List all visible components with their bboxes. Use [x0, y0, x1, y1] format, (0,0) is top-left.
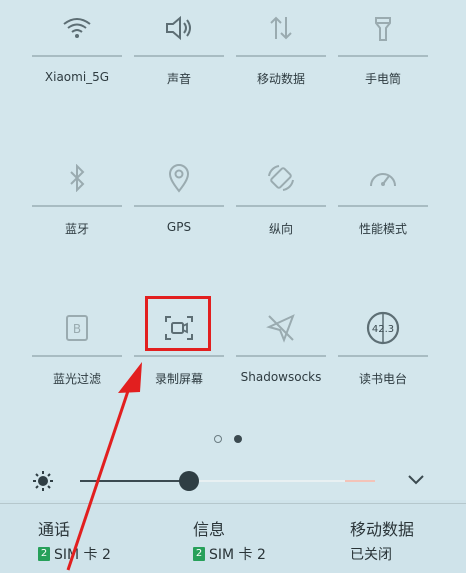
- tile-label: 性能模式: [358, 222, 407, 236]
- tile-divider: [32, 205, 122, 207]
- chevron-down-icon[interactable]: [406, 472, 426, 488]
- tile-divider: [236, 205, 326, 207]
- tile-label: 蓝光过滤: [52, 372, 101, 386]
- brightness-auto-icon[interactable]: [32, 470, 54, 492]
- mobile-data-title: 移动数据: [350, 520, 415, 539]
- flashlight-icon: [336, 8, 430, 48]
- tile-divider: [236, 355, 326, 357]
- tile-shadowsocks[interactable]: Shadowsocks: [234, 300, 328, 410]
- tile-label: GPS: [166, 220, 192, 234]
- tile-bluetooth[interactable]: 蓝牙: [30, 150, 124, 260]
- calls-shortcut[interactable]: 通话 2 SIM 卡 2: [38, 516, 111, 564]
- tile-gps[interactable]: GPS: [132, 150, 226, 260]
- sim-badge: 2: [193, 547, 205, 561]
- messages-shortcut[interactable]: 信息 2 SIM 卡 2: [193, 516, 266, 564]
- svg-text:42.3: 42.3: [372, 324, 394, 335]
- bottom-shortcuts: 通话 2 SIM 卡 2 信息 2 SIM 卡 2 移动数据 已关闭: [0, 504, 466, 573]
- calls-sim: 2 SIM 卡 2: [38, 544, 111, 564]
- tile-reading-radio[interactable]: 42.3 读书电台: [336, 300, 430, 410]
- bluetooth-icon: [30, 158, 124, 198]
- tile-label: 蓝牙: [64, 222, 89, 236]
- paper-plane-icon: [234, 308, 328, 348]
- tile-divider: [134, 355, 224, 357]
- tile-rotation[interactable]: 纵向: [234, 150, 328, 260]
- tile-performance[interactable]: 性能模式: [336, 150, 430, 260]
- calls-title: 通话: [38, 520, 71, 539]
- tile-label: 声音: [166, 72, 191, 86]
- page-dot-inactive: [214, 435, 222, 443]
- sim-badge: 2: [38, 547, 50, 561]
- mobile-data-icon: [234, 8, 328, 48]
- tile-divider: [32, 355, 122, 357]
- location-icon: [132, 158, 226, 198]
- tile-label: 读书电台: [358, 372, 407, 386]
- tile-blue-light-filter[interactable]: B 蓝光过滤: [30, 300, 124, 410]
- tile-divider: [338, 205, 428, 207]
- wifi-icon: [30, 8, 124, 48]
- tile-divider: [338, 355, 428, 357]
- brightness-track-filled[interactable]: [80, 480, 188, 482]
- messages-title: 信息: [193, 520, 226, 539]
- highlight-box: [145, 296, 211, 351]
- brightness-track-end: [345, 480, 375, 482]
- tile-divider: [32, 55, 122, 57]
- sim-label: SIM 卡 2: [209, 547, 266, 563]
- tile-flashlight[interactable]: 手电筒: [336, 0, 430, 110]
- tile-divider: [134, 205, 224, 207]
- blue-light-filter-icon: B: [30, 308, 124, 348]
- tile-label: 手电筒: [364, 72, 401, 86]
- tile-sound[interactable]: 声音: [132, 0, 226, 110]
- tile-divider: [338, 55, 428, 57]
- messages-sim: 2 SIM 卡 2: [193, 544, 266, 564]
- brightness-slider-thumb[interactable]: [179, 471, 199, 491]
- tile-wifi[interactable]: Xiaomi_5G: [30, 0, 124, 110]
- rotation-lock-icon: [234, 158, 328, 198]
- tile-label: Xiaomi_5G: [44, 70, 110, 84]
- tile-label: 录制屏幕: [154, 372, 203, 386]
- tile-label: 移动数据: [256, 72, 305, 86]
- reading-radio-icon: 42.3: [336, 308, 430, 348]
- tile-divider: [134, 55, 224, 57]
- speedometer-icon: [336, 158, 430, 198]
- page-dot-active: [234, 435, 242, 443]
- svg-text:B: B: [73, 322, 81, 336]
- mobile-data-status: 已关闭: [350, 547, 392, 563]
- tile-label: Shadowsocks: [240, 370, 322, 384]
- tile-mobile-data[interactable]: 移动数据: [234, 0, 328, 110]
- tile-label: 纵向: [268, 222, 293, 236]
- tile-divider: [236, 55, 326, 57]
- quick-settings-panel: Xiaomi_5G 声音 移动数据 手电筒 蓝牙 GPS 纵向 性能模式 B 蓝…: [0, 0, 466, 500]
- mobile-data-shortcut[interactable]: 移动数据 已关闭: [350, 516, 414, 564]
- sim-label: SIM 卡 2: [54, 547, 111, 563]
- page-indicator: [214, 434, 254, 446]
- speaker-icon: [132, 8, 226, 48]
